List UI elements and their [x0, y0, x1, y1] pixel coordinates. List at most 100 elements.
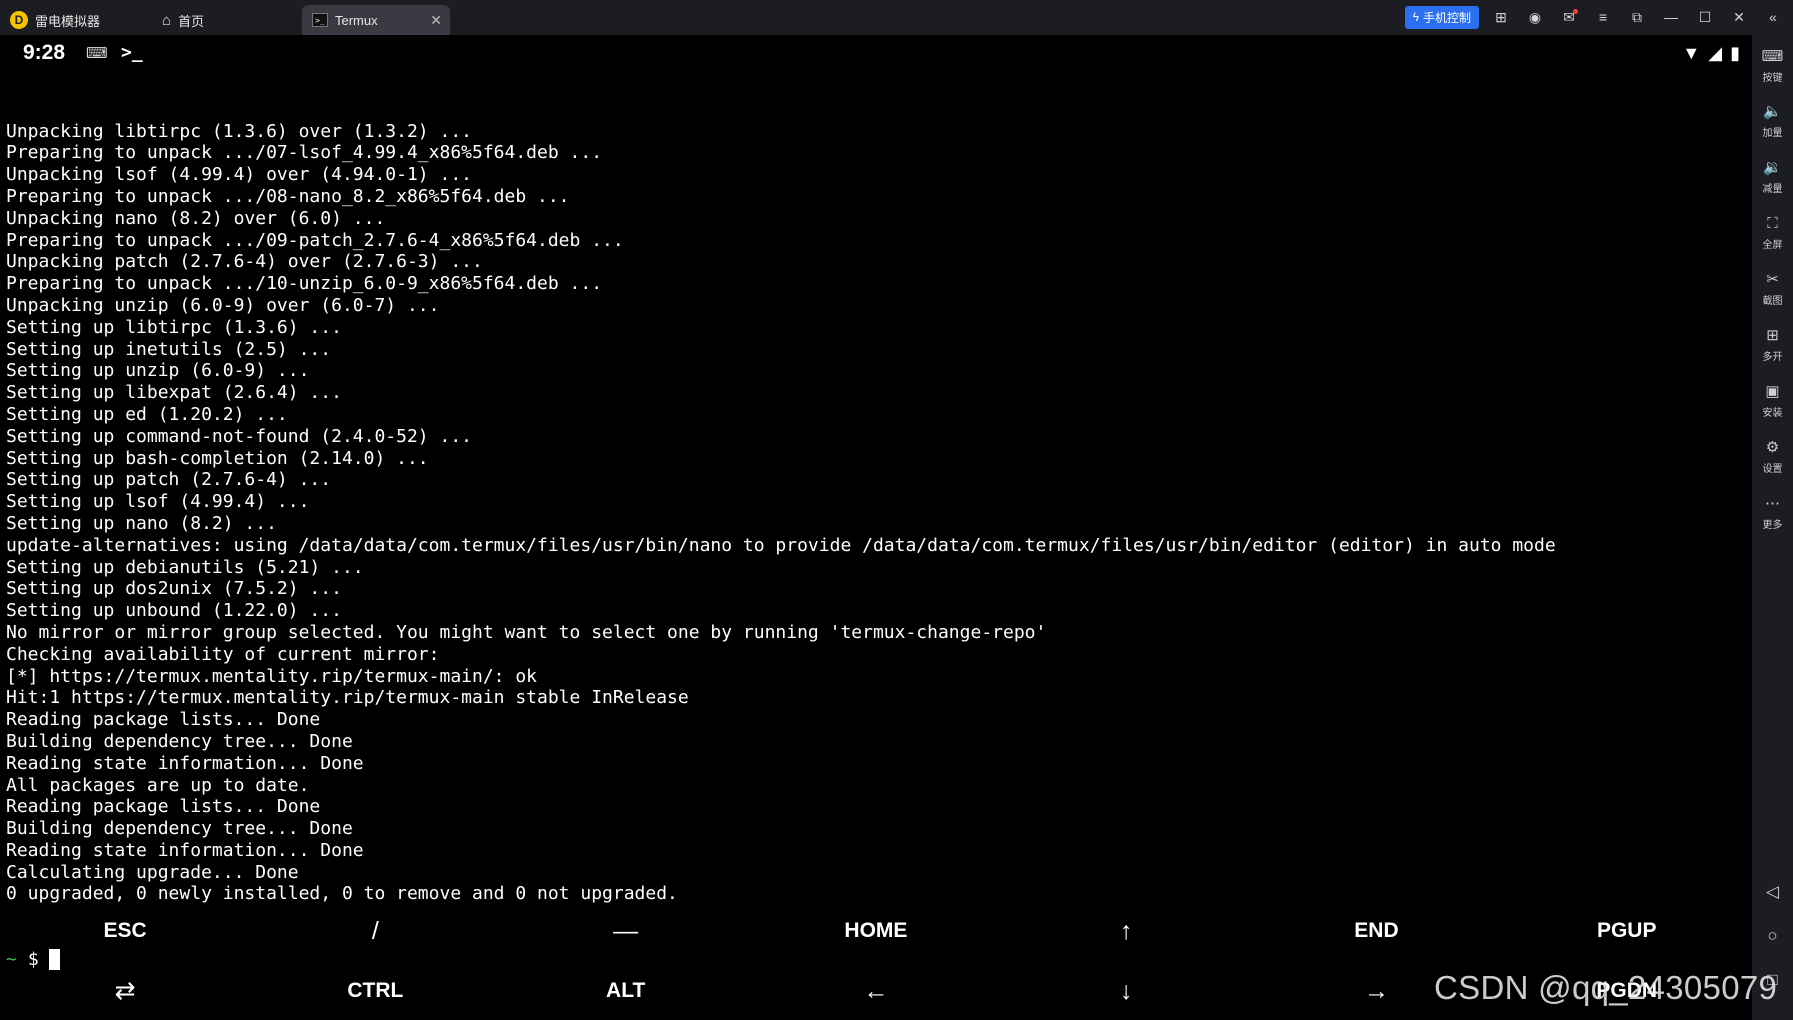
phone-control-label: 手机控制 [1422, 10, 1471, 25]
extra-key[interactable]: ← [751, 963, 1001, 1019]
volume-up-icon: 🔈 [1763, 102, 1782, 120]
extra-key[interactable]: ↑ [1001, 903, 1251, 959]
terminal-line: Hit:1 https://termux.mentality.rip/termu… [6, 687, 689, 709]
sidebar-label: 设置 [1762, 463, 1783, 475]
tab-label: 雷电模拟器 [35, 13, 101, 29]
terminal-line: Unpacking lsof (4.99.4) over (4.94.0-1) … [6, 164, 472, 186]
extra-key[interactable]: → [1251, 963, 1501, 1019]
terminal-line: Setting up bash-completion (2.14.0) ... [6, 447, 429, 469]
mail-icon[interactable]: ✉ [1557, 8, 1581, 26]
sidebar-item-install-apk[interactable]: ▣ 安装 [1752, 375, 1793, 425]
android-screen: 9:28 ⌨ >_ ▼ ◢ ▮ Unpacking libtirpc (1.3.… [0, 35, 1752, 1020]
leidian-logo-icon: D [10, 11, 28, 29]
close-icon[interactable]: ✕ [1727, 9, 1751, 26]
gamepad-icon[interactable]: ⊞ [1489, 9, 1513, 26]
terminal-line: Building dependency tree... Done [6, 818, 353, 840]
extra-key[interactable]: HOME [751, 903, 1001, 959]
collapse-icon[interactable]: « [1761, 9, 1785, 25]
terminal-line: 0 upgraded, 0 newly installed, 0 to remo… [6, 883, 678, 905]
sidebar-item-multi-instance[interactable]: ⊞ 多开 [1752, 319, 1793, 369]
terminal-lines: Unpacking libtirpc (1.3.6) over (1.3.2) … [6, 121, 1751, 906]
extra-key[interactable]: — [501, 903, 751, 959]
home-icon: ⌂ [162, 11, 172, 29]
termux-icon: >_ [312, 13, 328, 27]
terminal-line: Setting up ed (1.20.2) ... [6, 403, 288, 425]
window-restore-icon[interactable]: ⧉ [1625, 9, 1649, 26]
tab-termux[interactable]: >_ Termux ✕ [302, 5, 450, 35]
terminal-line: Setting up libexpat (2.6.4) ... [6, 382, 342, 404]
terminal-line: Unpacking nano (8.2) over (6.0) ... [6, 207, 386, 229]
sidebar-item-settings[interactable]: ⚙ 设置 [1752, 431, 1793, 481]
scissors-icon: ✂ [1766, 270, 1779, 288]
keyboard-map-icon: ⌨ [1761, 47, 1784, 65]
minimize-icon[interactable]: — [1659, 9, 1683, 25]
keyboard-icon: ⌨ [86, 45, 108, 62]
volume-down-icon: 🔉 [1763, 158, 1782, 176]
status-icons: ▼ ◢ ▮ [1682, 43, 1740, 64]
sidebar-item-fullscreen[interactable]: ⛶ 全屏 [1752, 207, 1793, 257]
menu-icon[interactable]: ≡ [1591, 9, 1615, 25]
terminal-line: Preparing to unpack .../07-lsof_4.99.4_x… [6, 142, 603, 164]
extra-key[interactable]: ESC [0, 903, 250, 959]
recents-icon[interactable]: □ [1752, 970, 1793, 990]
tab-home[interactable]: ⌂ 首页 [152, 5, 300, 35]
terminal-line: [*] https://termux.mentality.rip/termux-… [6, 665, 538, 687]
extra-keys-bar: ESC / — HOME ↑ END PGUP ⇄ CTRL ALT ← ↓ → PGDN [0, 903, 1752, 1018]
terminal-line: Reading package lists... Done [6, 709, 321, 731]
terminal-line: Unpacking libtirpc (1.3.6) over (1.3.2) … [6, 120, 472, 142]
extra-key[interactable]: ⇄ [0, 963, 250, 1019]
extra-key[interactable]: / [250, 903, 500, 959]
extra-keys-row-2: ⇄ CTRL ALT ← ↓ → PGDN [0, 963, 1752, 1019]
terminal-line: Setting up libtirpc (1.3.6) ... [6, 316, 342, 338]
sidebar-label: 截图 [1762, 295, 1783, 307]
terminal-line: Reading package lists... Done [6, 796, 321, 818]
tab-close-icon[interactable]: ✕ [430, 12, 442, 29]
extra-key[interactable]: ↓ [1001, 963, 1251, 1019]
titlebar-controls: ϟ 手机控制 ⊞ ◉ ✉ ≡ ⧉ — ☐ ✕ « [1404, 5, 1785, 29]
more-icon: ⋯ [1765, 494, 1780, 512]
signal-icon: ◢ [1708, 43, 1723, 63]
sidebar-item-keymap[interactable]: ⌨ 按键 [1752, 40, 1793, 90]
terminal-line: Reading state information... Done [6, 752, 364, 774]
lightning-icon: ϟ [1412, 10, 1419, 24]
terminal-line: Setting up nano (8.2) ... [6, 512, 277, 534]
sidebar-item-screenshot[interactable]: ✂ 截图 [1752, 263, 1793, 313]
status-clock: 9:28 [23, 41, 66, 64]
terminal-line: Calculating upgrade... Done [6, 861, 299, 883]
extra-key[interactable]: PGDN [1502, 963, 1752, 1019]
terminal-line: Setting up patch (2.7.6-4) ... [6, 469, 332, 491]
terminal-line: Unpacking unzip (6.0-9) over (6.0-7) ... [6, 294, 440, 316]
user-icon[interactable]: ◉ [1523, 9, 1547, 26]
tab-label: Termux [335, 12, 378, 28]
sidebar-item-volume-up[interactable]: 🔈 加量 [1752, 95, 1793, 145]
terminal-output[interactable]: Unpacking libtirpc (1.3.6) over (1.3.2) … [6, 77, 1751, 1014]
sidebar-label: 更多 [1762, 519, 1783, 531]
extra-key[interactable]: END [1251, 903, 1501, 959]
maximize-icon[interactable]: ☐ [1693, 9, 1717, 26]
sidebar-item-volume-down[interactable]: 🔉 减量 [1752, 151, 1793, 201]
extra-key[interactable]: ALT [501, 963, 751, 1019]
back-icon[interactable]: ◁ [1752, 882, 1793, 902]
terminal-line: Unpacking patch (2.7.6-4) over (2.7.6-3)… [6, 251, 483, 273]
extra-key[interactable]: CTRL [250, 963, 500, 1019]
terminal-line: Setting up unbound (1.22.0) ... [6, 600, 342, 622]
home-circle-icon[interactable]: ○ [1752, 926, 1793, 946]
fullscreen-icon: ⛶ [1767, 214, 1778, 232]
terminal-line: Setting up dos2unix (7.5.2) ... [6, 578, 342, 600]
tab-leidian-emulator[interactable]: D 雷电模拟器 [0, 5, 150, 35]
terminal-line: Setting up command-not-found (2.4.0-52) … [6, 425, 472, 447]
terminal-line: All packages are up to date. [6, 774, 310, 796]
extra-key[interactable]: PGUP [1502, 903, 1752, 959]
notification-dot [1573, 8, 1578, 14]
terminal-line: Reading state information... Done [6, 839, 364, 861]
terminal-line: Preparing to unpack .../08-nano_8.2_x86%… [6, 185, 570, 207]
sidebar-label: 加量 [1762, 127, 1783, 139]
apk-install-icon: ▣ [1765, 382, 1780, 400]
sidebar-label: 多开 [1762, 351, 1783, 363]
phone-control-button[interactable]: ϟ 手机控制 [1404, 5, 1479, 29]
terminal-line: Preparing to unpack .../09-patch_2.7.6-4… [6, 229, 624, 251]
terminal-line: Setting up debianutils (5.21) ... [6, 556, 364, 578]
terminal-line: Setting up inetutils (2.5) ... [6, 338, 332, 360]
sidebar-item-more[interactable]: ⋯ 更多 [1752, 487, 1793, 537]
terminal-line: Setting up lsof (4.99.4) ... [6, 491, 310, 513]
